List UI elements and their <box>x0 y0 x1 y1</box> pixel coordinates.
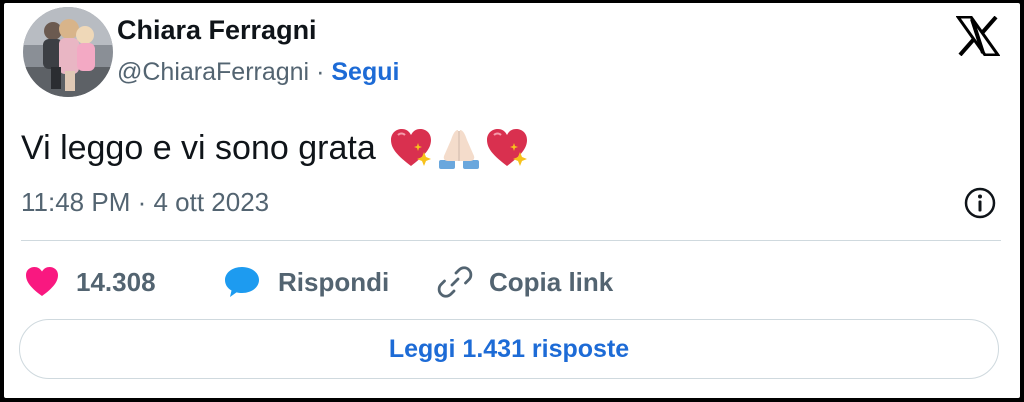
divider <box>21 240 1001 241</box>
read-replies-button[interactable]: Leggi 1.431 risposte <box>19 319 999 379</box>
handle-separator: · <box>316 58 325 86</box>
reply-button[interactable]: Rispondi <box>222 261 389 303</box>
folded-hands-icon <box>436 126 484 170</box>
sparkling-heart-icon <box>388 126 436 170</box>
tweet-text: Vi leggo e vi sono grata <box>21 128 376 167</box>
like-button[interactable]: 14.308 <box>24 261 156 303</box>
author-handle[interactable]: @ChiaraFerragni <box>117 58 309 86</box>
follow-button[interactable]: Segui <box>331 58 399 86</box>
tweet-text-row: Vi leggo e vi sono grata <box>21 123 532 173</box>
author-handle-row: @ChiaraFerragni · Segui <box>117 58 399 87</box>
avatar[interactable] <box>23 7 113 97</box>
x-logo-icon[interactable] <box>955 15 1001 57</box>
like-count: 14.308 <box>76 266 156 297</box>
tweet-timestamp[interactable]: 11:48 PM · 4 ott 2023 <box>21 187 269 218</box>
link-icon <box>437 266 473 298</box>
tweet-card: Chiara Ferragni @ChiaraFerragni · Segui … <box>4 3 1020 398</box>
copy-link-label: Copia link <box>489 266 614 297</box>
heart-icon <box>26 267 58 296</box>
author-name[interactable]: Chiara Ferragni <box>117 15 317 46</box>
sparkling-heart-icon <box>484 126 532 170</box>
info-icon[interactable] <box>963 186 997 220</box>
copy-link-button[interactable]: Copia link <box>437 261 613 303</box>
reply-bubble-icon <box>225 267 259 297</box>
tweet-emojis <box>388 126 532 170</box>
reply-label: Rispondi <box>278 266 390 297</box>
